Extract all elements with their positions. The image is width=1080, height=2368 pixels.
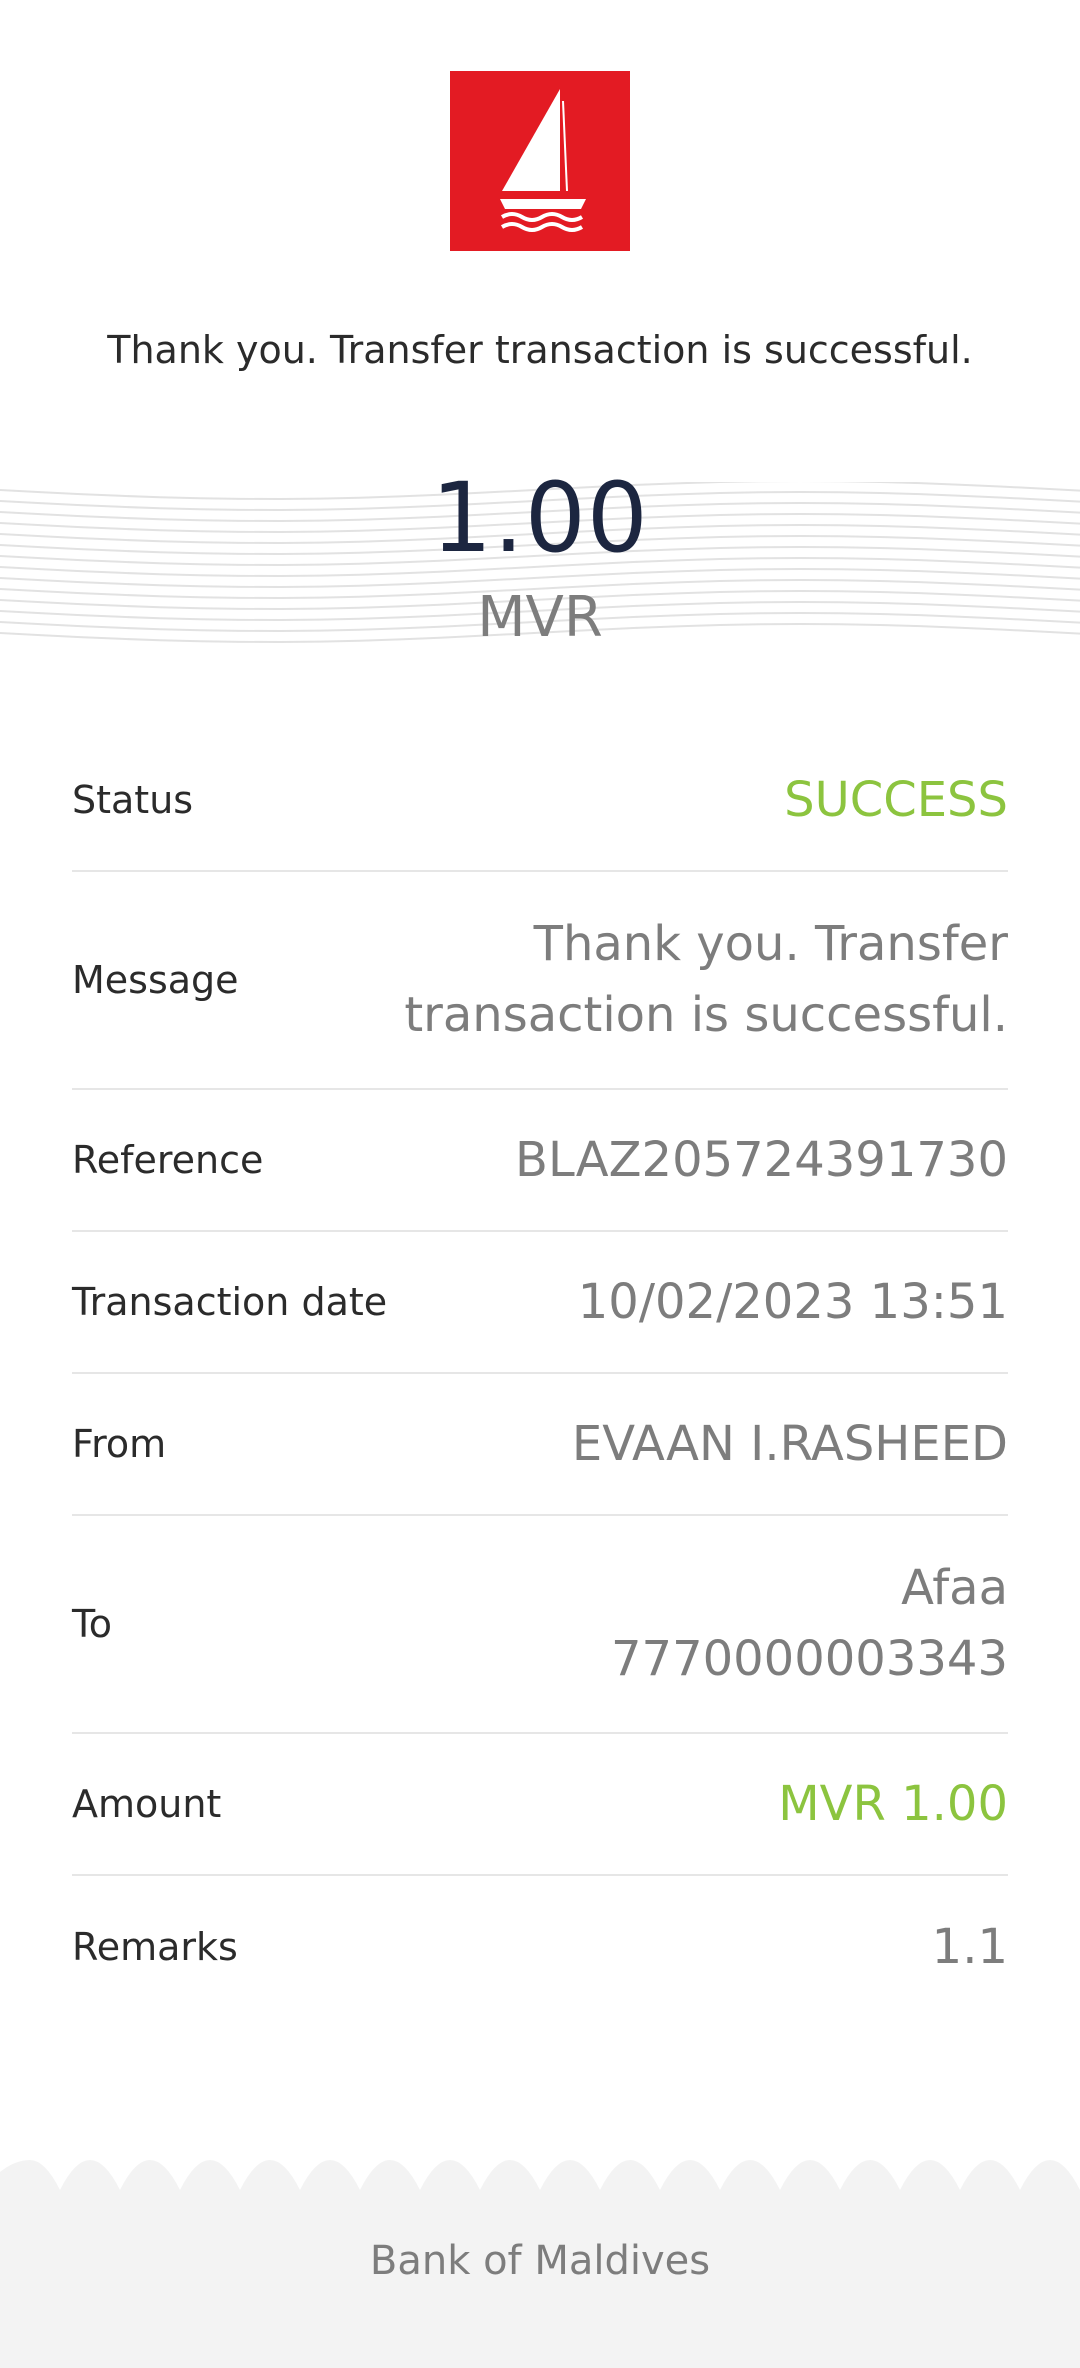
detail-label: Status (72, 778, 194, 822)
detail-row-from: From EVAAN I.RASHEED (72, 1374, 1008, 1516)
from-value: EVAAN I.RASHEED (571, 1415, 1008, 1472)
transaction-details: Status SUCCESS Message Thank you. Transf… (72, 730, 1008, 2018)
bank-name: Bank of Maldives (369, 2238, 711, 2284)
to-value: Afaa 7770000003343 (610, 1560, 1008, 1687)
status-value: SUCCESS (784, 771, 1008, 828)
remarks-value: 1.1 (931, 1918, 1008, 1975)
sailboat-icon (500, 89, 586, 232)
transfer-amount: 1.00 (431, 462, 649, 574)
detail-row-reference: Reference BLAZ205724391730 (72, 1090, 1008, 1232)
footer: Bank of Maldives (0, 2160, 1080, 2368)
detail-label: Message (72, 958, 239, 1002)
detail-label: To (72, 1602, 113, 1646)
detail-row-remarks: Remarks 1.1 (72, 1876, 1008, 2018)
detail-label: Remarks (72, 1925, 238, 1969)
detail-row-status: Status SUCCESS (72, 730, 1008, 872)
bank-logo (450, 71, 630, 251)
receipt-screen: Thank you. Transfer transaction is succe… (0, 0, 1080, 2368)
detail-row-transaction-date: Transaction date 10/02/2023 13:51 (72, 1232, 1008, 1374)
amount-value: MVR 1.00 (778, 1775, 1008, 1832)
detail-row-message: Message Thank you. Transfer transaction … (72, 872, 1008, 1090)
detail-label: Amount (72, 1782, 222, 1826)
detail-row-amount: Amount MVR 1.00 (72, 1734, 1008, 1876)
transfer-currency: MVR (477, 585, 603, 650)
detail-label: Reference (72, 1138, 264, 1182)
reference-value: BLAZ205724391730 (515, 1131, 1008, 1188)
transaction-date-value: 10/02/2023 13:51 (577, 1273, 1008, 1330)
detail-label: From (72, 1422, 167, 1466)
detail-label: Transaction date (72, 1280, 388, 1324)
detail-row-to: To Afaa 7770000003343 (72, 1516, 1008, 1734)
message-value: Thank you. Transfer transaction is succe… (404, 916, 1008, 1043)
confirmation-message: Thank you. Transfer transaction is succe… (107, 328, 973, 372)
